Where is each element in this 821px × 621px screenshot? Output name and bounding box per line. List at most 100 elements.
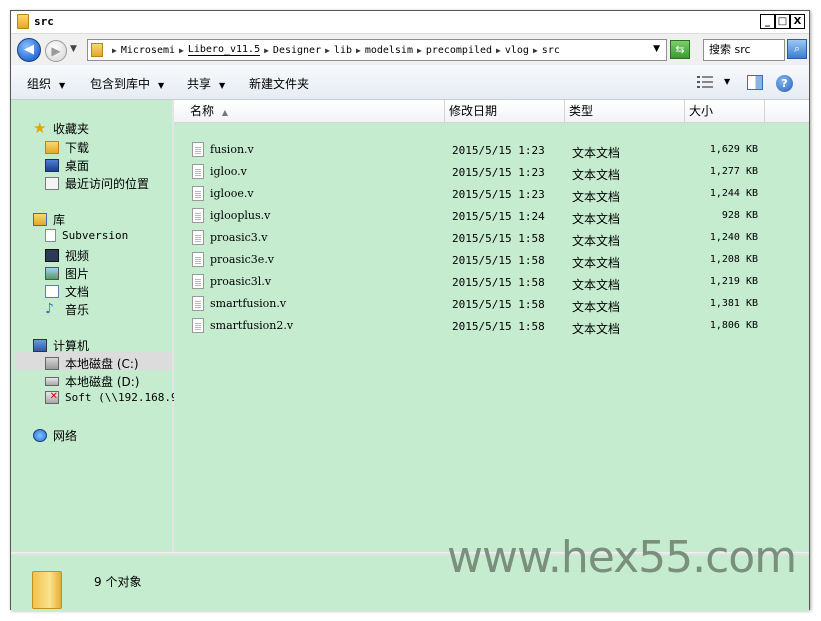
crumb-chevron-icon[interactable]: ▶ bbox=[496, 46, 501, 55]
share-menu[interactable]: 共享 ▼ bbox=[187, 75, 225, 92]
crumb-chevron-icon[interactable]: ▶ bbox=[325, 46, 330, 55]
crumb-chevron-icon[interactable]: ▶ bbox=[533, 46, 538, 55]
column-type[interactable]: 类型 bbox=[565, 100, 685, 122]
help-icon[interactable]: ? bbox=[776, 75, 793, 92]
sort-ascending-icon: ▲ bbox=[221, 108, 228, 117]
organize-label: 组织 bbox=[27, 77, 52, 91]
back-button[interactable]: ◀ bbox=[17, 38, 41, 62]
text-file-icon bbox=[192, 296, 204, 311]
file-name-cell: iglooplus.v bbox=[192, 208, 270, 223]
refresh-button[interactable]: ⇆ bbox=[670, 40, 690, 59]
file-row[interactable]: iglooe.v 2015/5/15 1:23 文本文档 1,244 KB bbox=[174, 183, 809, 205]
network-drive-disconnected-icon: ✕ bbox=[45, 391, 59, 404]
column-size[interactable]: 大小 bbox=[685, 100, 765, 122]
address-dropdown-icon[interactable]: ▼ bbox=[653, 44, 660, 54]
nav-item-network-share[interactable]: ✕ Soft (\\192.168.9. bbox=[45, 391, 184, 404]
library-icon bbox=[33, 213, 47, 226]
nav-computer[interactable]: 计算机 bbox=[33, 337, 89, 354]
folder-icon bbox=[32, 571, 62, 609]
file-row[interactable]: fusion.v 2015/5/15 1:23 文本文档 1,629 KB bbox=[174, 139, 809, 161]
breadcrumb-item[interactable]: vlog bbox=[505, 45, 529, 56]
file-row[interactable]: proasic3e.v 2015/5/15 1:58 文本文档 1,208 KB bbox=[174, 249, 809, 271]
include-in-library-menu[interactable]: 包含到库中 ▼ bbox=[90, 75, 164, 92]
file-modified: 2015/5/15 1:23 bbox=[452, 144, 545, 157]
file-row[interactable]: smartfusion2.v 2015/5/15 1:58 文本文档 1,806… bbox=[174, 315, 809, 337]
file-name: smartfusion2.v bbox=[210, 319, 294, 332]
breadcrumb-item[interactable]: Libero_v11.5 bbox=[187, 44, 261, 56]
breadcrumb-item[interactable]: src bbox=[542, 45, 560, 56]
share-label: 共享 bbox=[187, 77, 212, 91]
breadcrumb-item[interactable]: precompiled bbox=[426, 45, 492, 56]
nav-item-pictures[interactable]: 图片 bbox=[45, 265, 89, 282]
nav-item-music[interactable]: ♪ 音乐 bbox=[45, 301, 89, 318]
nav-item-label: 视频 bbox=[65, 249, 90, 263]
text-file-icon bbox=[192, 252, 204, 267]
nav-item-label: Subversion bbox=[62, 229, 129, 242]
nav-item-drive-c[interactable]: 本地磁盘 (C:) bbox=[45, 355, 139, 372]
breadcrumb-item[interactable]: modelsim bbox=[365, 45, 413, 56]
preview-pane-icon[interactable] bbox=[747, 75, 763, 90]
download-folder-icon bbox=[45, 141, 59, 154]
crumb-chevron-icon[interactable]: ▶ bbox=[112, 46, 117, 55]
recent-pages-dropdown-icon[interactable]: ▼ bbox=[70, 44, 77, 54]
crumb-chevron-icon[interactable]: ▶ bbox=[264, 46, 269, 55]
organize-menu[interactable]: 组织 ▼ bbox=[27, 75, 65, 92]
file-row[interactable]: proasic3l.v 2015/5/15 1:58 文本文档 1,219 KB bbox=[174, 271, 809, 293]
view-options-icon[interactable] bbox=[697, 76, 713, 88]
nav-item-downloads[interactable]: 下载 bbox=[45, 139, 89, 156]
nav-item-label: 桌面 bbox=[65, 159, 90, 173]
search-icon[interactable]: ⌕ bbox=[787, 39, 807, 59]
crumb-chevron-icon[interactable]: ▶ bbox=[179, 46, 184, 55]
nav-item-recent-places[interactable]: 最近访问的位置 bbox=[45, 175, 149, 192]
breadcrumb-item[interactable]: lib bbox=[334, 45, 352, 56]
music-icon: ♪ bbox=[45, 301, 54, 317]
nav-item-drive-d[interactable]: 本地磁盘 (D:) bbox=[45, 373, 139, 390]
file-name: igloo.v bbox=[210, 165, 247, 178]
nav-item-label: 音乐 bbox=[65, 303, 90, 317]
search-input[interactable]: 搜索 src bbox=[703, 39, 785, 61]
file-type: 文本文档 bbox=[572, 234, 621, 248]
breadcrumb-item[interactable]: Designer bbox=[273, 45, 321, 56]
view-dropdown-icon[interactable]: ▼ bbox=[724, 77, 730, 86]
nav-libraries[interactable]: 库 bbox=[33, 211, 65, 228]
column-header: 名称 ▲ 修改日期 类型 大小 bbox=[174, 100, 809, 123]
nav-item-subversion[interactable]: Subversion bbox=[45, 229, 128, 242]
file-type: 文本文档 bbox=[572, 256, 621, 270]
star-icon: ★ bbox=[33, 119, 47, 137]
file-row[interactable]: igloo.v 2015/5/15 1:23 文本文档 1,277 KB bbox=[174, 161, 809, 183]
file-name: proasic3e.v bbox=[210, 253, 275, 266]
nav-network[interactable]: 网络 bbox=[33, 427, 77, 444]
column-name-label: 名称 bbox=[190, 104, 215, 118]
crumb-chevron-icon[interactable]: ▶ bbox=[356, 46, 361, 55]
network-icon bbox=[33, 429, 47, 442]
close-button[interactable]: X bbox=[790, 14, 805, 29]
new-folder-button[interactable]: 新建文件夹 bbox=[249, 75, 309, 92]
column-modified[interactable]: 修改日期 bbox=[445, 100, 565, 122]
include-in-library-label: 包含到库中 bbox=[90, 77, 151, 91]
nav-item-desktop[interactable]: 桌面 bbox=[45, 157, 89, 174]
nav-computer-label: 计算机 bbox=[53, 339, 90, 353]
folder-icon bbox=[17, 14, 29, 29]
nav-item-documents[interactable]: 文档 bbox=[45, 283, 89, 300]
title-bar[interactable]: src _ □ X bbox=[11, 11, 809, 34]
file-modified: 2015/5/15 1:58 bbox=[452, 298, 545, 311]
forward-button[interactable]: ▶ bbox=[45, 40, 67, 62]
nav-favorites[interactable]: ★ 收藏夹 bbox=[33, 120, 89, 137]
documents-icon bbox=[45, 285, 59, 298]
drive-c-icon bbox=[45, 357, 59, 370]
breadcrumb-item[interactable]: Microsemi bbox=[121, 45, 175, 56]
crumb-chevron-icon[interactable]: ▶ bbox=[417, 46, 422, 55]
file-row[interactable]: smartfusion.v 2015/5/15 1:58 文本文档 1,381 … bbox=[174, 293, 809, 315]
nav-item-label: Soft (\\192.168.9. bbox=[65, 391, 185, 404]
computer-icon bbox=[33, 339, 47, 352]
minimize-button[interactable]: _ bbox=[760, 14, 775, 29]
maximize-button[interactable]: □ bbox=[775, 14, 790, 29]
column-name[interactable]: 名称 ▲ bbox=[174, 100, 445, 122]
file-name: iglooplus.v bbox=[210, 209, 271, 222]
watermark-text: www.hex55.com bbox=[447, 532, 797, 583]
nav-item-videos[interactable]: 视频 bbox=[45, 247, 89, 264]
file-row[interactable]: proasic3.v 2015/5/15 1:58 文本文档 1,240 KB bbox=[174, 227, 809, 249]
text-file-icon bbox=[192, 274, 204, 289]
address-bar[interactable]: ▶ Microsemi ▶ Libero_v11.5 ▶ Designer ▶ … bbox=[87, 39, 667, 61]
file-row[interactable]: iglooplus.v 2015/5/15 1:24 文本文档 928 KB bbox=[174, 205, 809, 227]
